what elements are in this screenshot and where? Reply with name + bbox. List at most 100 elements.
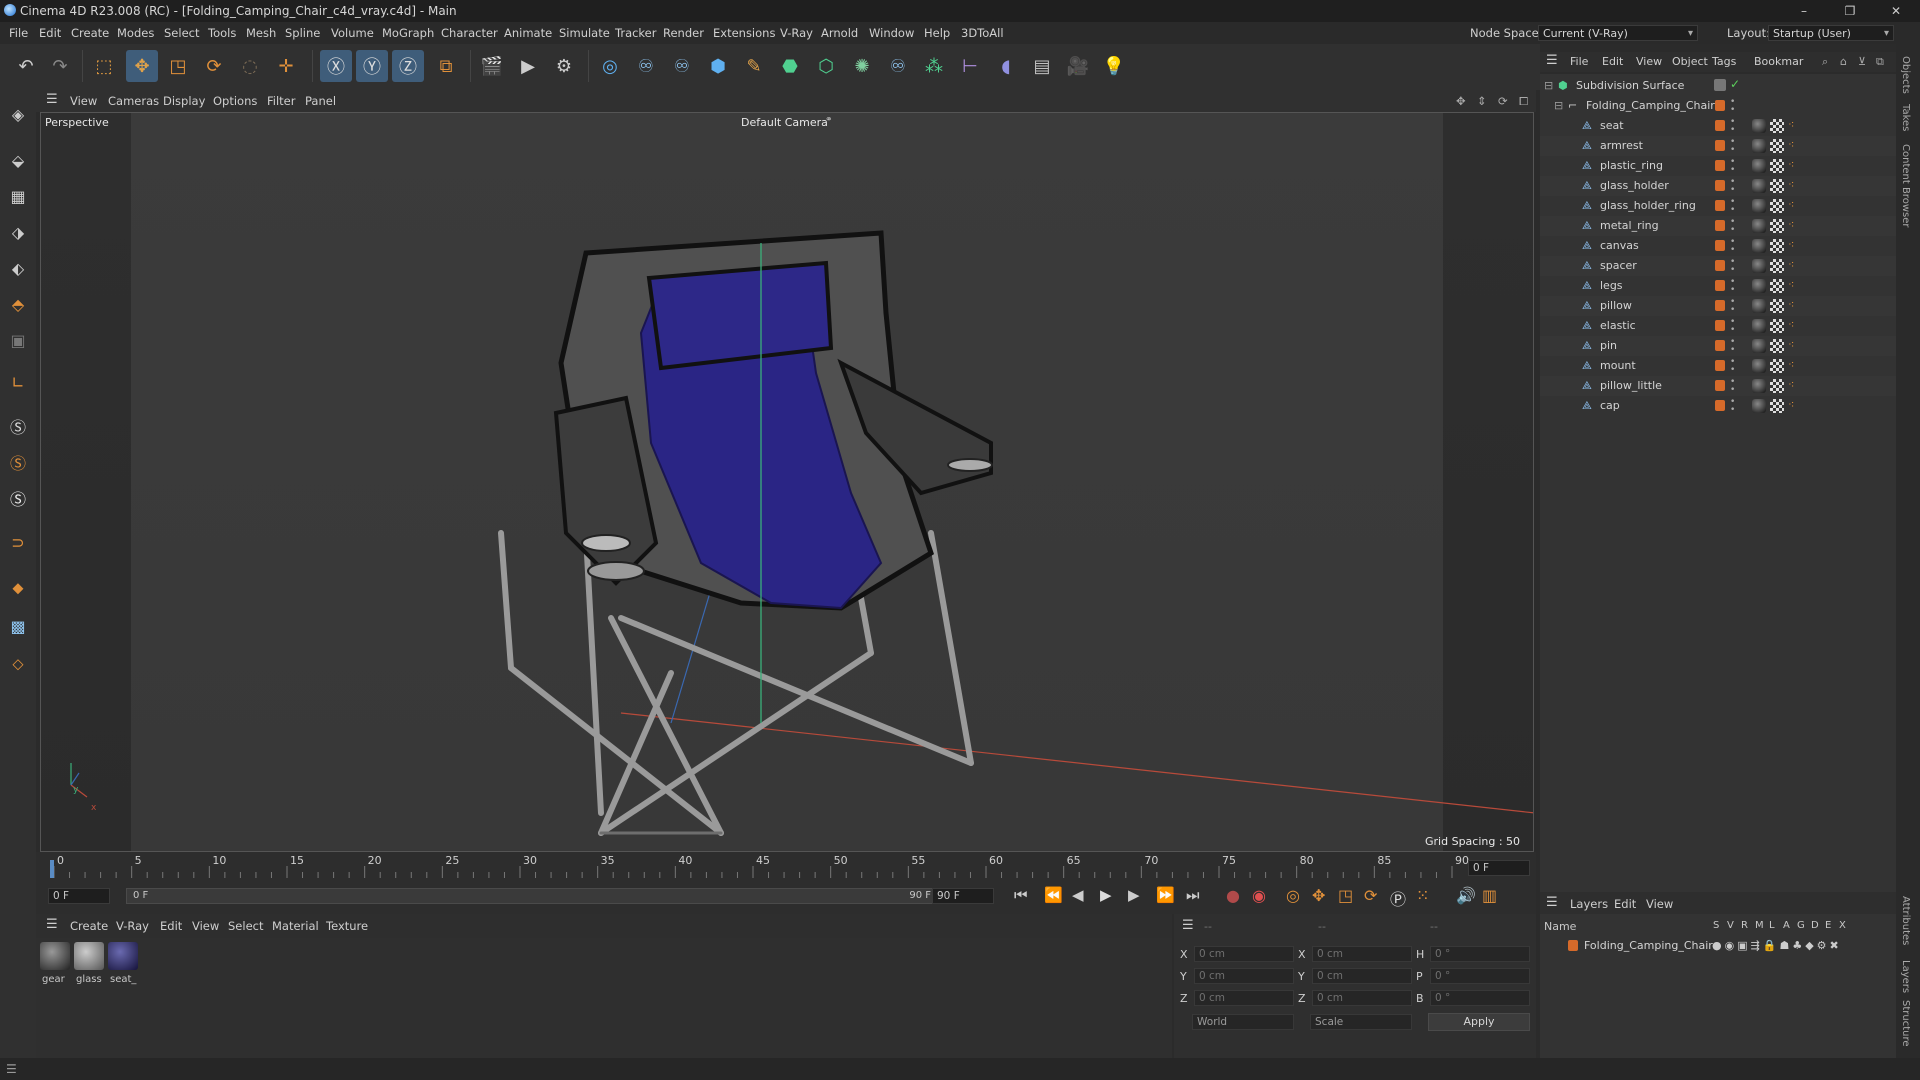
minimize-button[interactable]: – [1784, 2, 1824, 20]
menu-extensions[interactable]: Extensions [713, 26, 775, 40]
material-menu-create[interactable]: Create [70, 919, 108, 933]
menu-mesh[interactable]: Mesh [246, 26, 276, 40]
uvw-tag-icon[interactable] [1770, 119, 1784, 133]
vray-tag-icon[interactable]: ⁖ [1788, 258, 1794, 271]
vray-tag-icon[interactable]: ⁖ [1788, 198, 1794, 211]
locked-workplane-icon[interactable]: ⬦ [4, 650, 32, 678]
play-icon[interactable]: ▶ [1100, 886, 1112, 904]
object-row[interactable]: ⟁ mount • • ⁖ [1540, 356, 1896, 376]
key-position-icon[interactable]: ✥ [1312, 886, 1325, 905]
menu-select[interactable]: Select [164, 26, 199, 40]
position-y-field[interactable]: 0 cm [1194, 968, 1294, 984]
viewport-rotate-icon[interactable]: ⟳ [1498, 94, 1508, 108]
side-tab-layers[interactable]: Layers [1900, 960, 1911, 993]
viewport-menu-view[interactable]: View [70, 94, 97, 108]
layer-color-swatch[interactable] [1568, 940, 1578, 951]
vray-tag-icon[interactable]: ⁖ [1788, 138, 1794, 151]
vray-tag-icon[interactable]: ⁖ [1788, 398, 1794, 411]
object-menu-bookmarks[interactable]: Bookmar [1754, 55, 1803, 68]
object-row[interactable]: ⟁ pin • • ⁖ [1540, 336, 1896, 356]
live-selection-icon[interactable]: ⬚ [88, 50, 120, 82]
frame-range-slider[interactable]: 0 F 90 F [126, 888, 950, 904]
side-tab-takes[interactable]: Takes [1900, 104, 1911, 131]
vray-tag-icon[interactable]: ⁖ [1788, 238, 1794, 251]
pen-spline-icon[interactable]: ✎ [738, 50, 770, 82]
axis-mode-icon[interactable]: ∟ [4, 368, 32, 396]
menu-modes[interactable]: Modes [117, 26, 154, 40]
texture-mode-icon[interactable]: ▦ [4, 182, 32, 210]
subdivision-icon[interactable]: ⬣ [774, 50, 806, 82]
vray-tag-icon[interactable]: ⁖ [1788, 278, 1794, 291]
key-rotation-icon[interactable]: ⟳ [1364, 886, 1377, 905]
material-menu-edit[interactable]: Edit [160, 919, 182, 933]
visibility-dots[interactable]: • • [1730, 118, 1735, 135]
layer-color-swatch[interactable] [1715, 100, 1725, 111]
material-hamburger-icon[interactable]: ☰ [46, 917, 58, 932]
object-menu-view[interactable]: View [1636, 55, 1662, 68]
uvw-tag-icon[interactable] [1770, 299, 1784, 313]
size-z-field[interactable]: 0 cm [1312, 990, 1412, 1006]
layer-color-swatch[interactable] [1715, 320, 1725, 331]
move-tool-icon[interactable]: ✥ [126, 50, 158, 82]
layer-color-swatch[interactable] [1715, 380, 1725, 391]
camera-icon[interactable]: 🎥 [1062, 50, 1094, 82]
key-scale-icon[interactable]: ◳ [1338, 886, 1353, 905]
vray-tag-icon[interactable]: ⁖ [1788, 338, 1794, 351]
vray-tag-icon[interactable]: ⁖ [1788, 118, 1794, 131]
vray-logo-icon[interactable]: ◎ [594, 50, 626, 82]
layer-color-swatch[interactable] [1715, 140, 1725, 151]
rotation-p-field[interactable]: 0 ° [1430, 968, 1530, 984]
uvw-tag-icon[interactable] [1770, 359, 1784, 373]
enabled-check-icon[interactable]: ✓ [1730, 77, 1740, 91]
layer-color-swatch[interactable] [1715, 300, 1725, 311]
material-swatch-glass[interactable] [74, 942, 104, 970]
snap-s-icon[interactable]: Ⓢ [4, 412, 32, 440]
object-row[interactable]: ⟁ cap • • ⁖ [1540, 396, 1896, 416]
model-mode-icon[interactable]: ⬙ [4, 146, 32, 174]
end-frame-field[interactable]: 90 F [932, 888, 994, 904]
viewport-hamburger-icon[interactable]: ☰ [46, 92, 58, 107]
snap-orange-icon[interactable]: Ⓢ [4, 448, 32, 476]
search-icon[interactable]: ⌕ [1822, 55, 1828, 69]
restore-button[interactable]: ❐ [1830, 2, 1870, 20]
material-menu-material[interactable]: Material [272, 919, 319, 933]
python-icon[interactable]: ♾ [630, 50, 662, 82]
sculpt-icon[interactable]: ◖ [990, 50, 1022, 82]
floor-icon[interactable]: ▤ [1026, 50, 1058, 82]
material-tag-icon[interactable] [1752, 319, 1766, 333]
y-axis-lock-icon[interactable]: Ⓨ [356, 50, 388, 82]
generator-icon[interactable]: ⬡ [810, 50, 842, 82]
uvw-tag-icon[interactable] [1770, 259, 1784, 273]
key-parameter-icon[interactable]: Ⓟ [1390, 886, 1406, 910]
measure-icon[interactable]: ⊢ [954, 50, 986, 82]
python-script-icon[interactable]: ♾ [666, 50, 698, 82]
object-row[interactable]: ⟁ legs • • ⁖ [1540, 276, 1896, 296]
menu-tools[interactable]: Tools [208, 26, 236, 40]
go-to-end-icon[interactable]: ⏭ [1186, 886, 1200, 904]
layer-color-swatch[interactable] [1715, 280, 1725, 291]
layer-color-swatch[interactable] [1715, 200, 1725, 211]
uvw-tag-icon[interactable] [1770, 379, 1784, 393]
mograph-cloner-icon[interactable]: ✺ [846, 50, 878, 82]
material-tag-icon[interactable] [1752, 239, 1766, 253]
object-menu-edit[interactable]: Edit [1602, 55, 1623, 68]
vray-tag-icon[interactable]: ⁖ [1788, 358, 1794, 371]
z-axis-lock-icon[interactable]: Ⓩ [392, 50, 424, 82]
playhead[interactable] [50, 860, 54, 878]
previous-key-icon[interactable]: ⏪ [1044, 886, 1063, 904]
viewport-menu-cameras[interactable]: Cameras [108, 94, 159, 108]
visibility-dots[interactable]: • • [1730, 138, 1735, 155]
side-tab-objects[interactable]: Objects [1900, 56, 1911, 94]
menu-3dtoall[interactable]: 3DToAll [961, 26, 1004, 40]
object-row-folding-camping-chair[interactable]: ⊟ ⌐ Folding_Camping_Chair • • [1540, 96, 1896, 116]
vray-tag-icon[interactable]: ⁖ [1788, 158, 1794, 171]
camera-link-icon[interactable]: ⚭ [825, 115, 833, 125]
side-tab-content-browser[interactable]: Content Browser [1900, 144, 1911, 227]
layer-color-swatch[interactable] [1715, 160, 1725, 171]
uvw-tag-icon[interactable] [1770, 279, 1784, 293]
redo-icon[interactable]: ↷ [44, 50, 76, 82]
coordinate-mode-dropdown[interactable]: World [1192, 1014, 1294, 1030]
motion-system-icon[interactable]: 🔊 [1456, 886, 1476, 905]
auto-keying-icon[interactable]: ◉ [1252, 886, 1266, 905]
menu-tracker[interactable]: Tracker [615, 26, 657, 40]
